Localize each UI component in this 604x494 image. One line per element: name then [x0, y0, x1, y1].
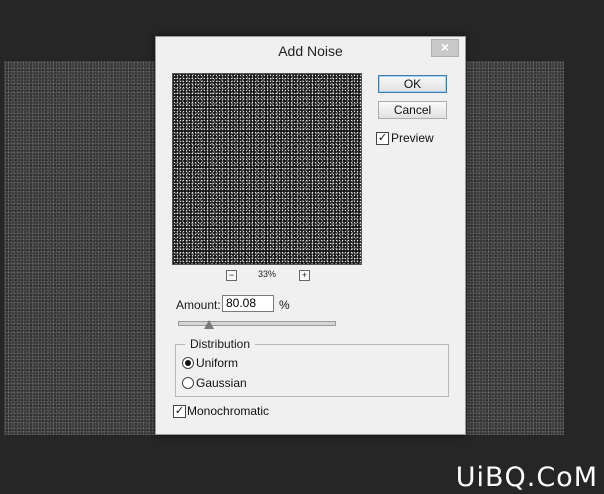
zoom-in-button[interactable]: + [299, 270, 310, 281]
amount-slider-thumb[interactable] [204, 320, 215, 329]
noise-preview[interactable] [172, 73, 362, 265]
distribution-legend: Distribution [185, 337, 256, 351]
radio-selected-dot [185, 360, 191, 366]
amount-input[interactable] [222, 295, 274, 312]
monochromatic-checkbox[interactable]: ✓ [173, 405, 186, 418]
zoom-level: 33% [257, 269, 276, 279]
zoom-out-icon: − [228, 270, 235, 280]
amount-slider-track[interactable] [178, 321, 336, 326]
cancel-button[interactable]: Cancel [378, 101, 447, 119]
ok-button[interactable]: OK [378, 75, 447, 93]
zoom-out-button[interactable]: − [226, 270, 237, 281]
watermark-logo: UiBQ.CoM [455, 462, 598, 493]
gaussian-label: Gaussian [196, 376, 247, 390]
preview-label: Preview [391, 131, 434, 145]
uniform-label: Uniform [196, 356, 239, 370]
monochromatic-label: Monochromatic [187, 404, 270, 418]
checkmark-icon: ✓ [377, 132, 388, 144]
uniform-radio[interactable] [182, 357, 194, 369]
close-button[interactable]: × [431, 39, 459, 57]
preview-checkbox[interactable]: ✓ [376, 132, 389, 145]
zoom-in-icon: + [301, 270, 308, 280]
checkmark-icon: ✓ [174, 405, 185, 417]
dialog-titlebar[interactable]: Add Noise × [156, 37, 465, 64]
add-noise-dialog: Add Noise × − 33% + OK Cancel ✓ Preview … [155, 36, 466, 435]
amount-label: Amount: [176, 298, 221, 312]
dialog-title: Add Noise [278, 43, 343, 59]
close-icon: × [440, 39, 450, 55]
amount-unit: % [279, 298, 290, 312]
gaussian-radio[interactable] [182, 377, 194, 389]
